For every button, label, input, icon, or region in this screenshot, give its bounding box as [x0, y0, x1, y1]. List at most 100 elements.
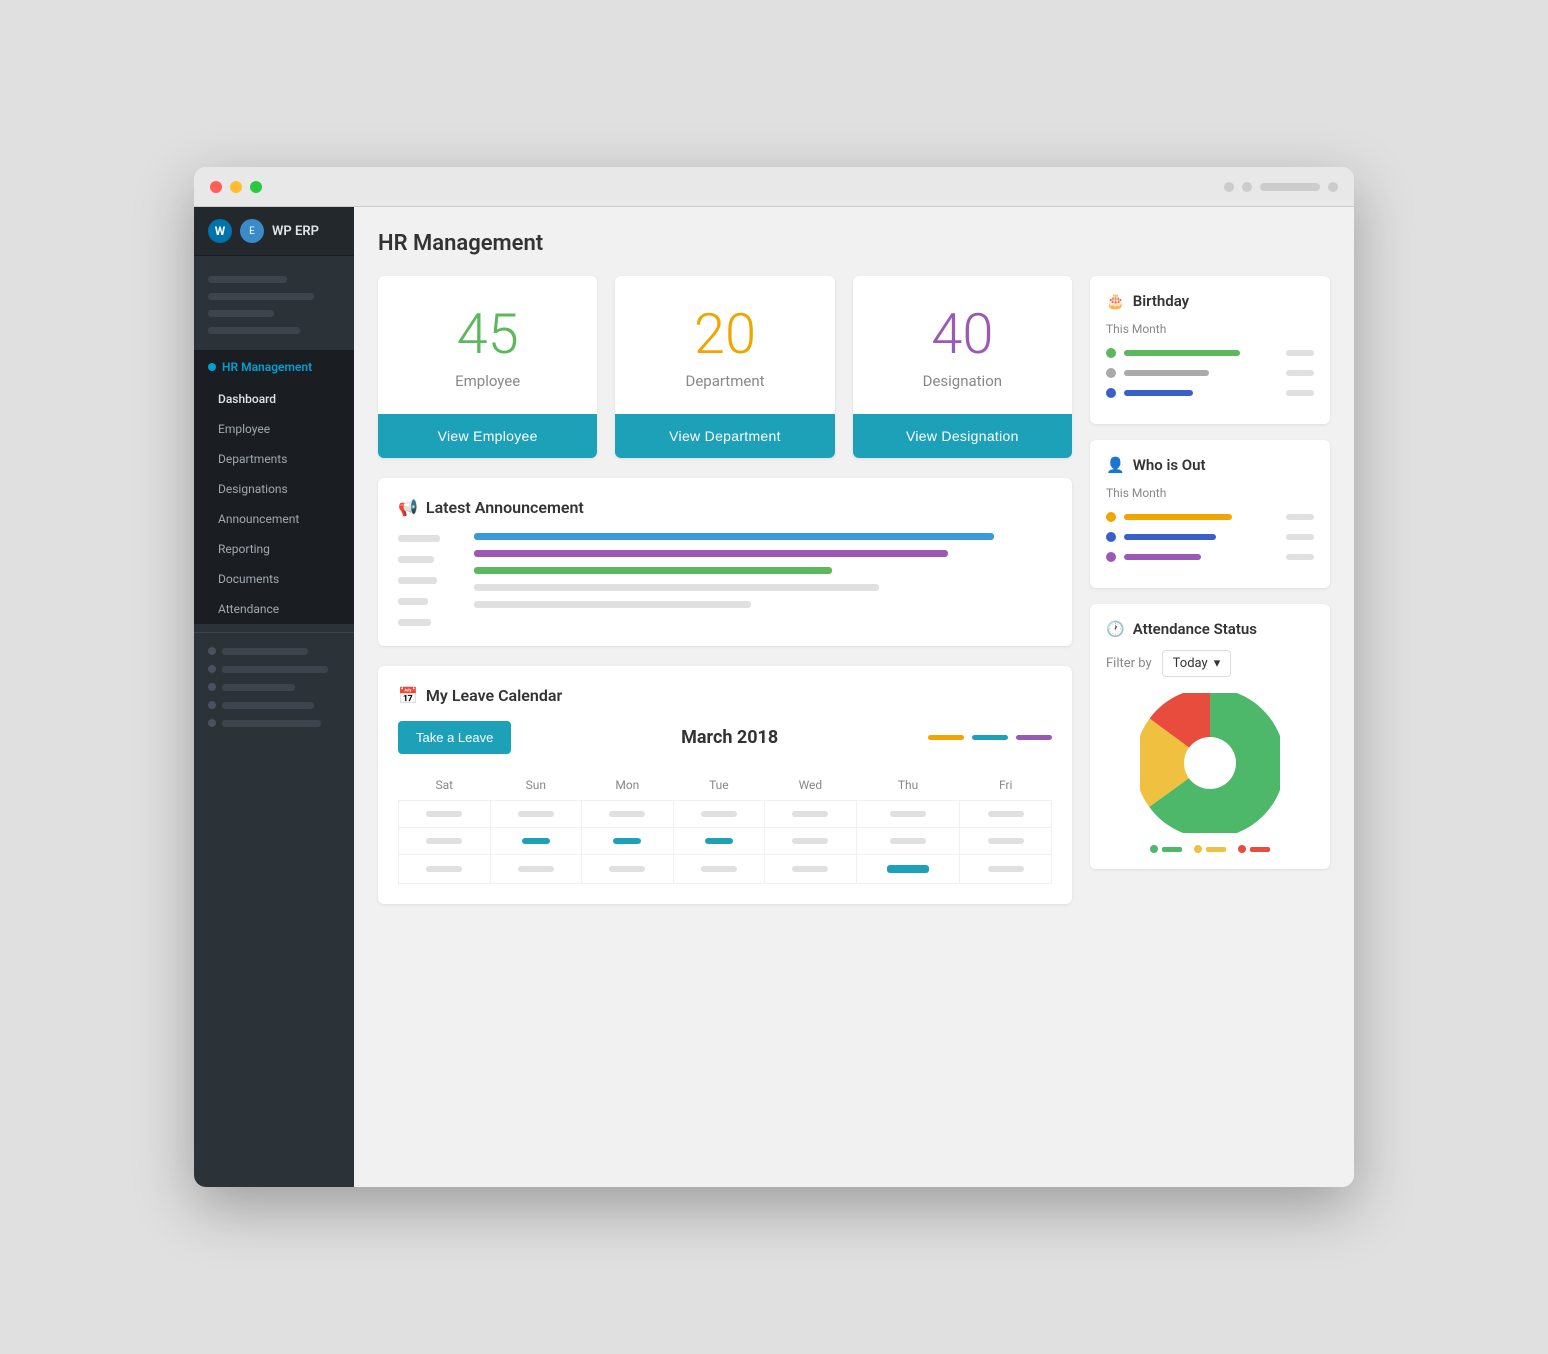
who-is-out-item-1	[1106, 512, 1314, 522]
ann-line-1	[474, 533, 994, 540]
calendar-table: Sat Sun Mon Tue Wed Thu Fri	[398, 770, 1052, 884]
birthday-bar-1	[1124, 350, 1240, 356]
calendar-icon: 📅	[398, 686, 418, 705]
cal-cell	[399, 801, 491, 828]
cal-cell	[582, 855, 674, 884]
pie-chart	[1140, 693, 1280, 833]
who-is-out-dot-2	[1106, 532, 1116, 542]
take-leave-button[interactable]: Take a Leave	[398, 721, 511, 754]
birthday-bar-3	[1124, 390, 1193, 396]
designation-label: Designation	[873, 372, 1052, 390]
view-designation-button[interactable]: View Designation	[853, 414, 1072, 458]
present-dot	[1150, 845, 1158, 853]
stat-cards: 45 Employee View Employee 20 Department …	[378, 276, 1072, 458]
legend-present	[1150, 845, 1182, 853]
ann-line-5	[474, 601, 751, 608]
who-is-out-item-3	[1106, 552, 1314, 562]
col-sun: Sun	[490, 770, 582, 801]
sidebar-item-designations[interactable]: Designations	[194, 474, 354, 504]
announcement-card: 📢 Latest Announcement	[378, 478, 1072, 646]
main-layout: W E WP ERP HR Management	[194, 207, 1354, 1187]
view-employee-button[interactable]: View Employee	[378, 414, 597, 458]
filter-label: Filter by	[1106, 656, 1152, 671]
who-is-out-subtitle: This Month	[1106, 486, 1314, 500]
active-dot-icon	[208, 363, 216, 371]
legend-absent	[1238, 845, 1270, 853]
ann-left-1	[398, 535, 440, 542]
department-card: 20 Department View Department	[615, 276, 834, 458]
who-is-out-dot-1	[1106, 512, 1116, 522]
designation-count: 40	[873, 306, 1052, 362]
who-is-out-title: 👤 Who is Out	[1106, 456, 1314, 474]
sidebar-line-3	[222, 684, 295, 691]
announcement-right	[474, 533, 1052, 626]
close-button[interactable]	[210, 181, 222, 193]
cal-cell	[960, 828, 1052, 855]
sidebar-item-employee[interactable]: Employee	[194, 414, 354, 444]
attendance-title: 🕐 Attendance Status	[1106, 620, 1314, 638]
who-is-out-item-2	[1106, 532, 1314, 542]
sidebar-item-documents[interactable]: Documents	[194, 564, 354, 594]
absent-dot	[1238, 845, 1246, 853]
calendar-row-3	[399, 855, 1052, 884]
sidebar-bottom-item-4	[208, 701, 340, 709]
cal-cell	[673, 855, 765, 884]
cal-cell	[765, 801, 857, 828]
sidebar-item-announcement[interactable]: Announcement	[194, 504, 354, 534]
sidebar-brand: WP ERP	[272, 224, 319, 239]
leave-calendar-title: 📅 My Leave Calendar	[398, 686, 1052, 705]
sidebar-section-header: HR Management	[194, 350, 354, 384]
person-icon: 👤	[1106, 456, 1125, 474]
legend-pill-orange	[928, 735, 964, 740]
department-label: Department	[635, 372, 814, 390]
maximize-button[interactable]	[250, 181, 262, 193]
chevron-down-icon: ▾	[1214, 656, 1221, 671]
sidebar-dot-3	[208, 683, 216, 691]
calendar-legend	[928, 735, 1052, 740]
birthday-item-1	[1106, 348, 1314, 358]
sidebar-item-dashboard[interactable]: Dashboard	[194, 384, 354, 414]
birthday-dot-3	[1106, 388, 1116, 398]
filter-select[interactable]: Today ▾	[1162, 650, 1232, 677]
legend-pill-blue	[972, 735, 1008, 740]
sidebar-item-reporting[interactable]: Reporting	[194, 534, 354, 564]
titlebar	[194, 167, 1354, 207]
who-is-out-label-2	[1286, 534, 1314, 540]
sidebar-item-departments[interactable]: Departments	[194, 444, 354, 474]
leave-header: Take a Leave March 2018	[398, 721, 1052, 754]
sidebar-dot-2	[208, 665, 216, 673]
erp-logo-icon: E	[240, 219, 264, 243]
pie-legend	[1106, 845, 1314, 853]
who-is-out-bar-container-3	[1124, 554, 1278, 560]
ann-line-4	[474, 584, 879, 591]
cal-cell	[960, 855, 1052, 884]
wp-logo-icon: W	[208, 219, 232, 243]
ann-left-5	[398, 619, 431, 626]
who-is-out-card: 👤 Who is Out This Month	[1090, 440, 1330, 588]
calendar-row-1	[399, 801, 1052, 828]
cal-cell	[765, 828, 857, 855]
sidebar-item-attendance[interactable]: Attendance	[194, 594, 354, 624]
filter-row: Filter by Today ▾	[1106, 650, 1314, 677]
legend-late	[1194, 845, 1226, 853]
col-tue: Tue	[673, 770, 765, 801]
view-department-button[interactable]: View Department	[615, 414, 834, 458]
cal-cell	[765, 855, 857, 884]
col-fri: Fri	[960, 770, 1052, 801]
who-is-out-label-3	[1286, 554, 1314, 560]
cal-cell	[399, 855, 491, 884]
cal-cell	[399, 828, 491, 855]
minimize-button[interactable]	[230, 181, 242, 193]
who-is-out-dot-3	[1106, 552, 1116, 562]
designation-card: 40 Designation View Designation	[853, 276, 1072, 458]
who-is-out-bar-1	[1124, 514, 1232, 520]
hr-management-label[interactable]: HR Management	[222, 360, 312, 374]
employee-count: 45	[398, 306, 577, 362]
who-is-out-bar-container-2	[1124, 534, 1278, 540]
who-is-out-bar-3	[1124, 554, 1201, 560]
sidebar-placeholder-4	[208, 327, 300, 334]
announcement-title: 📢 Latest Announcement	[398, 498, 1052, 517]
ann-line-2	[474, 550, 948, 557]
cal-cell	[490, 855, 582, 884]
late-dash	[1206, 847, 1226, 852]
